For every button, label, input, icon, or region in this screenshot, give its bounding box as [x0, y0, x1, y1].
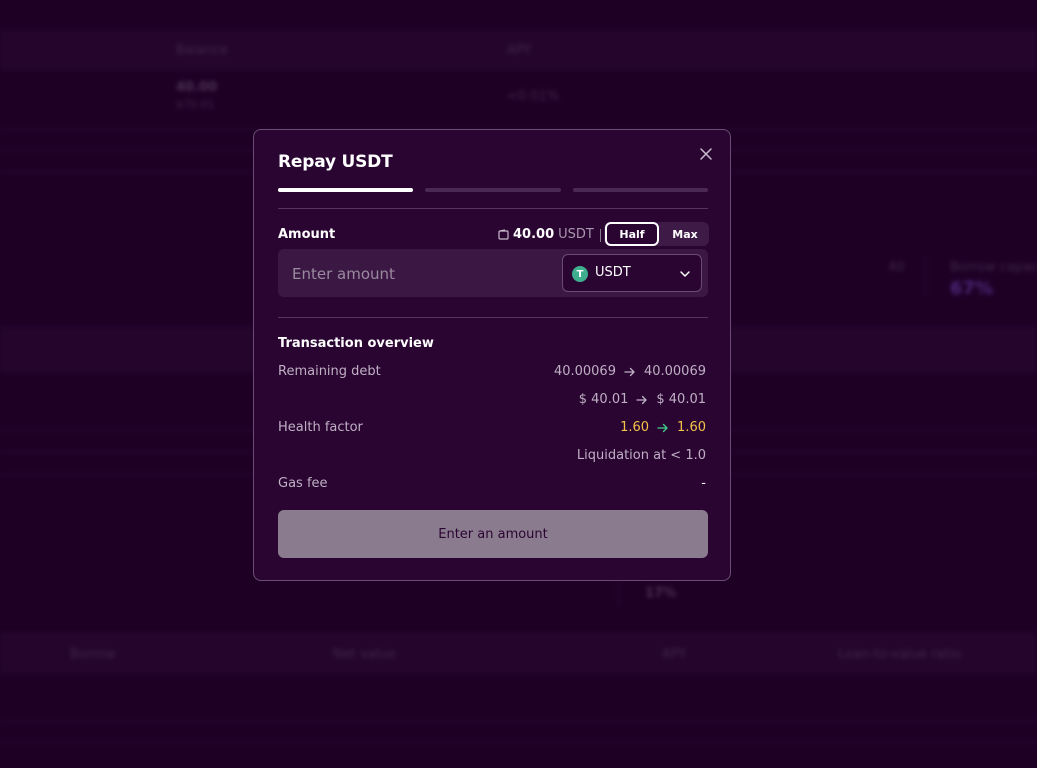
arrow-right-icon	[624, 367, 635, 376]
step-2	[425, 188, 561, 192]
remaining-debt-to: 40.00069	[643, 364, 706, 379]
health-factor-to: 1.60	[677, 420, 706, 435]
half-button[interactable]: Half	[605, 222, 659, 246]
submit-button[interactable]: Enter an amount	[278, 510, 708, 558]
step-1	[278, 188, 414, 192]
usdt-token-icon: T	[572, 266, 588, 282]
max-button[interactable]: Max	[662, 222, 708, 246]
arrow-right-icon	[636, 395, 648, 404]
chevron-down-icon	[680, 271, 690, 277]
close-button[interactable]	[696, 144, 716, 164]
health-factor-label: Health factor	[278, 420, 363, 435]
gas-fee-amount: -	[701, 476, 706, 491]
remaining-debt-usd-to: $ 40.01	[656, 392, 706, 407]
remaining-debt-label: Remaining debt	[278, 364, 381, 379]
wallet-balance-value: 40.00	[513, 227, 555, 242]
liquidation-text: Liquidation at < 1.0	[576, 448, 706, 463]
divider	[278, 208, 708, 209]
wallet-icon	[498, 229, 509, 240]
modal-title: Repay USDT	[278, 152, 393, 172]
wallet-balance-unit: USDT	[558, 227, 594, 242]
gas-fee-label: Gas fee	[278, 476, 328, 491]
step-3	[572, 188, 708, 192]
amount-shortcuts: Half Max	[604, 222, 709, 246]
amount-label: Amount	[278, 227, 336, 242]
repay-modal: Repay USDT Amount 40.00 USDT Half Max T …	[253, 129, 731, 581]
separator	[600, 229, 601, 242]
health-factor-value: 1.60 1.60	[620, 420, 706, 435]
remaining-debt-from: 40.00069	[553, 364, 616, 379]
token-select[interactable]: T USDT	[562, 254, 702, 292]
wallet-balance: 40.00 USDT	[498, 227, 594, 242]
liquidation-note: Liquidation at < 1.0	[577, 448, 706, 463]
health-factor-from: 1.60	[620, 420, 650, 435]
amount-input-box: T USDT	[278, 249, 708, 297]
amount-input[interactable]	[290, 261, 554, 287]
remaining-debt-usd: $ 40.01 $ 40.01	[579, 392, 706, 407]
divider	[278, 317, 708, 318]
gas-fee-value: -	[701, 476, 706, 491]
remaining-debt-usd-from: $ 40.01	[578, 392, 629, 407]
step-progress	[278, 188, 708, 192]
arrow-right-icon	[657, 423, 668, 432]
token-symbol: USDT	[595, 265, 631, 280]
close-icon	[700, 148, 712, 160]
remaining-debt-value: 40.00069 40.00069	[554, 364, 706, 379]
transaction-overview-title: Transaction overview	[278, 336, 434, 351]
